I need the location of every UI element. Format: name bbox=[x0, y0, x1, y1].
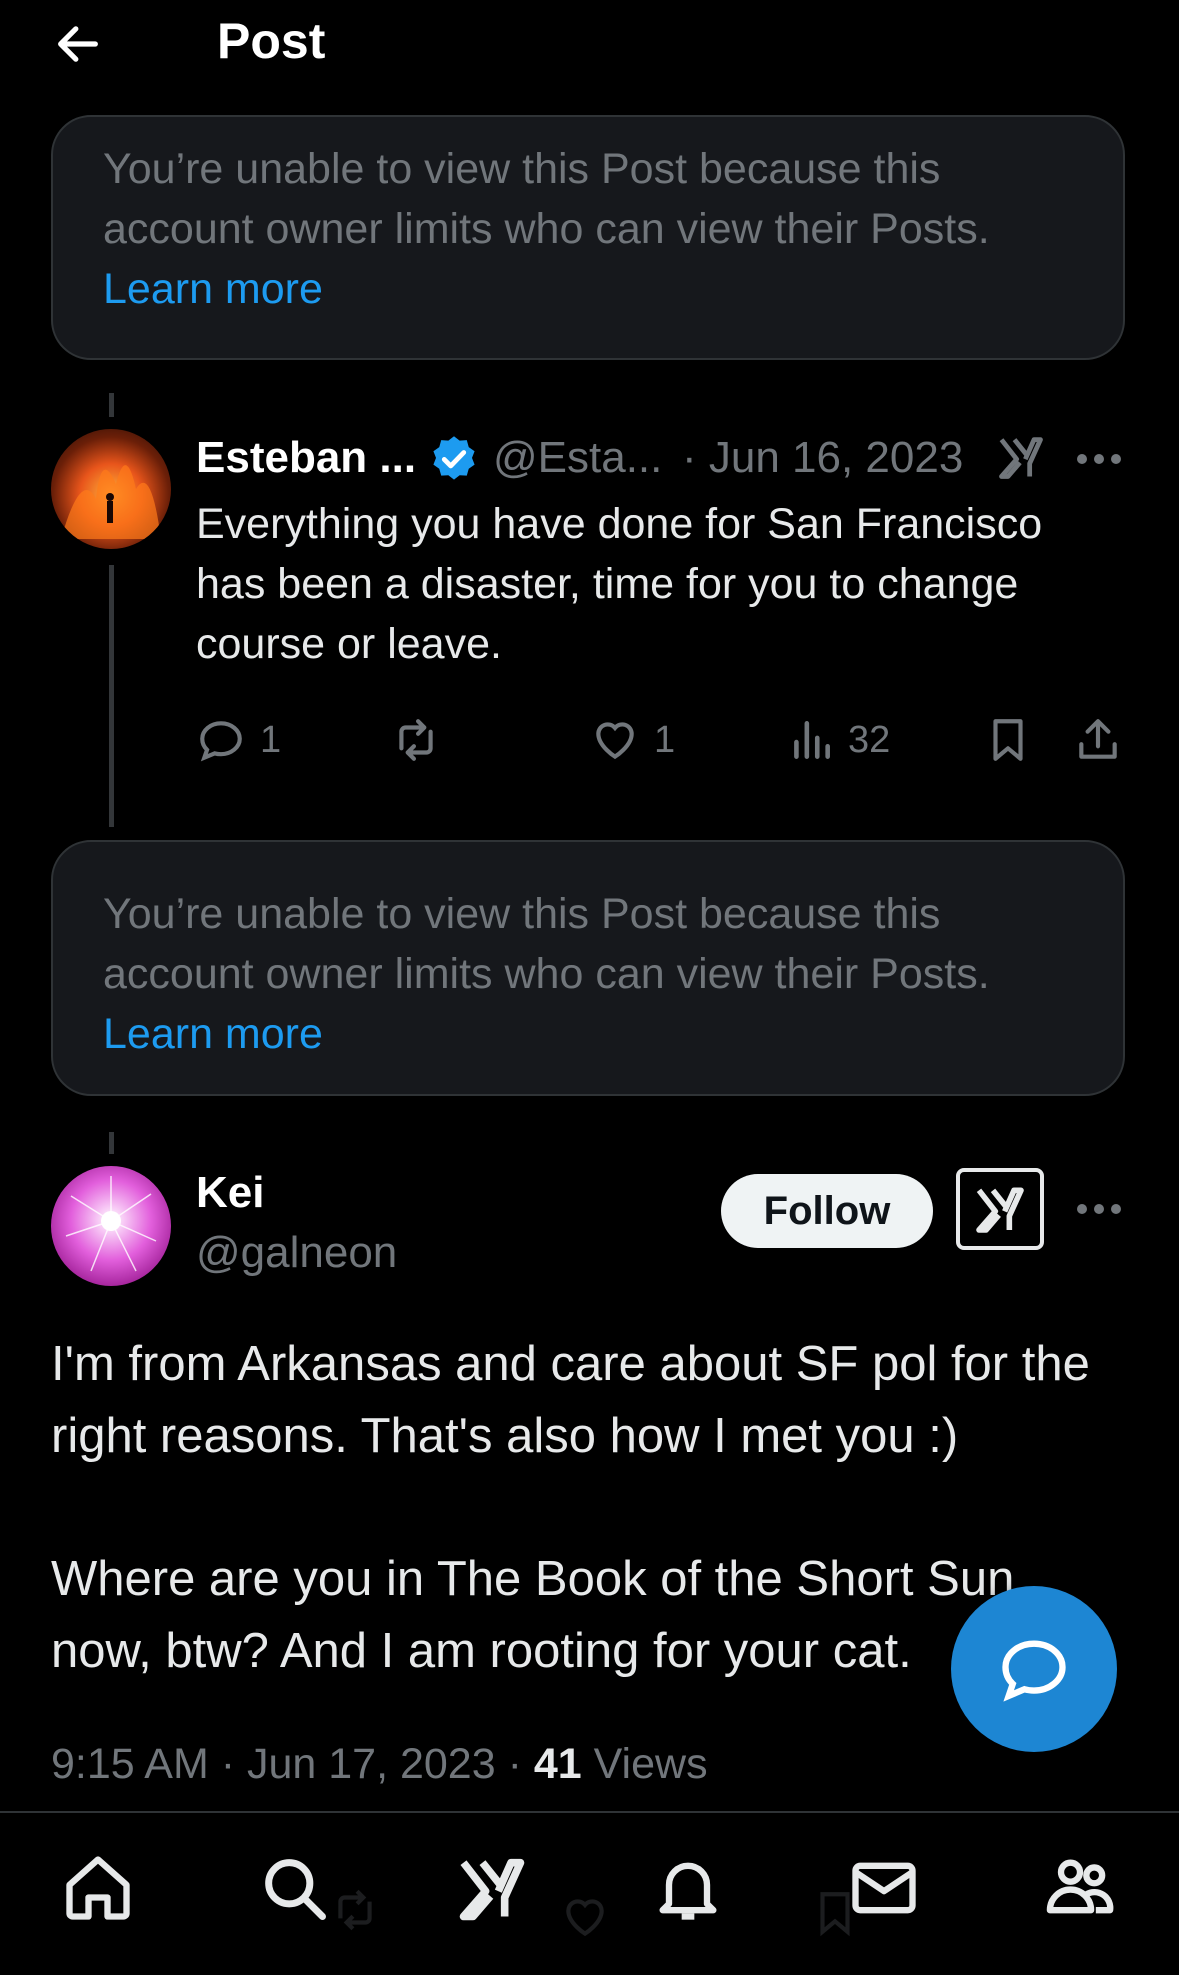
grok-icon[interactable] bbox=[995, 431, 1047, 483]
verified-badge-icon bbox=[433, 436, 475, 480]
like-count: 1 bbox=[654, 718, 676, 761]
more-options-icon[interactable] bbox=[1075, 452, 1123, 466]
views-icon bbox=[794, 721, 830, 759]
author-handle[interactable]: @galneon bbox=[196, 1228, 397, 1278]
heart-icon bbox=[596, 722, 634, 760]
page-title: Post bbox=[217, 13, 326, 69]
more-options-icon[interactable] bbox=[1075, 1202, 1123, 1216]
repost-button[interactable] bbox=[391, 715, 441, 765]
author-name[interactable]: Kei bbox=[196, 1168, 264, 1218]
thread-line bbox=[109, 393, 114, 417]
views-button[interactable]: 32 bbox=[786, 715, 890, 765]
back-arrow-icon[interactable] bbox=[52, 18, 104, 70]
bookmark-icon[interactable] bbox=[983, 715, 1033, 765]
post-metadata: 9:15 AM · Jun 17, 2023 · 41 Views bbox=[51, 1740, 708, 1789]
share-icon[interactable] bbox=[1073, 715, 1123, 765]
unavailable-post-notice: You’re unable to view this Post because … bbox=[51, 840, 1125, 1096]
bottom-navigation bbox=[0, 1840, 1179, 1950]
reply-icon bbox=[200, 721, 242, 762]
thread-line bbox=[109, 565, 114, 827]
views-count: 41 bbox=[533, 1740, 582, 1788]
grok-button[interactable] bbox=[956, 1168, 1044, 1250]
reply-icon bbox=[1002, 1640, 1066, 1702]
avatar[interactable] bbox=[51, 1166, 171, 1286]
home-icon[interactable] bbox=[60, 1850, 136, 1926]
learn-more-link[interactable]: Learn more bbox=[103, 1004, 1073, 1064]
post-text-paragraph: I'm from Arkansas and care about SF pol … bbox=[51, 1337, 1090, 1463]
unavailable-post-notice: You’re unable to view this Post because … bbox=[51, 115, 1125, 360]
views-label: Views bbox=[581, 1740, 708, 1788]
follow-button[interactable]: Follow bbox=[721, 1174, 933, 1248]
author-handle[interactable]: @Esta... bbox=[493, 433, 662, 483]
notifications-icon[interactable] bbox=[650, 1850, 726, 1926]
learn-more-link[interactable]: Learn more bbox=[103, 259, 1073, 319]
reply-text: Everything you have done for San Francis… bbox=[196, 500, 1043, 668]
messages-icon[interactable] bbox=[846, 1850, 922, 1926]
reply-button[interactable]: 1 bbox=[196, 715, 281, 765]
post-timestamp: 9:15 AM · Jun 17, 2023 · bbox=[51, 1740, 534, 1788]
thread-line bbox=[109, 1132, 114, 1154]
communities-icon[interactable] bbox=[1042, 1850, 1118, 1926]
reply-fab-button[interactable] bbox=[951, 1586, 1117, 1752]
notice-text: You’re unable to view this Post because … bbox=[103, 145, 990, 253]
reply-count: 1 bbox=[260, 718, 282, 761]
grok-icon[interactable] bbox=[454, 1850, 530, 1926]
views-count: 32 bbox=[848, 718, 891, 761]
grok-icon bbox=[976, 1187, 1024, 1233]
post-date[interactable]: · Jun 16, 2023 bbox=[682, 433, 963, 483]
divider bbox=[0, 1811, 1179, 1813]
avatar[interactable] bbox=[51, 429, 171, 549]
notice-text: You’re unable to view this Post because … bbox=[103, 890, 990, 998]
like-button[interactable]: 1 bbox=[590, 715, 675, 765]
repost-icon bbox=[399, 719, 433, 761]
search-icon[interactable] bbox=[256, 1850, 332, 1926]
author-name[interactable]: Esteban ... bbox=[196, 433, 416, 483]
